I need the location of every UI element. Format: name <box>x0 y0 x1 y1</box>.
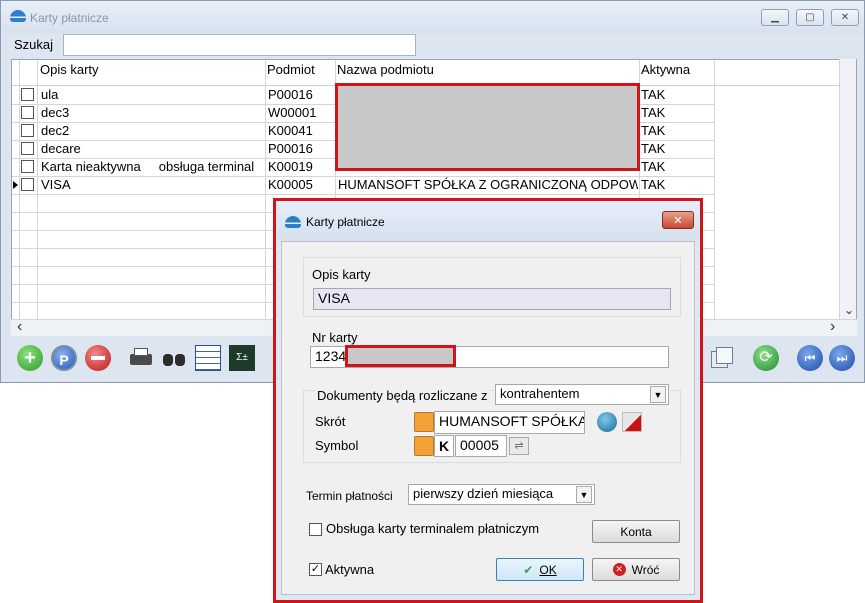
dialog-close-button[interactable]: ✕ <box>662 211 694 229</box>
col-podmiot-header[interactable]: Podmiot <box>265 60 315 86</box>
row-checkbox[interactable] <box>21 142 34 155</box>
row-opis: dec3 <box>41 105 70 120</box>
app-logo-icon <box>10 10 26 22</box>
col-aktywna-header[interactable]: Aktywna <box>639 60 690 86</box>
scroll-down-icon[interactable]: ⌄ <box>844 303 854 317</box>
chevron-down-icon[interactable]: ▼ <box>650 386 666 403</box>
obsluga-label: Obsługa karty terminalem płatniczym <box>326 521 540 536</box>
dokumenty-label: Dokumenty będą rozliczane z <box>315 388 490 403</box>
vertical-scrollbar[interactable]: ⌄ <box>839 59 856 321</box>
row-checkbox[interactable] <box>21 124 34 137</box>
row-nazwa: HUMANSOFT SPÓŁKA Z OGRANICZONĄ ODPOWIEDZ <box>338 177 638 192</box>
link-icon[interactable]: ⇌ <box>509 437 529 455</box>
calendar-grid-icon[interactable] <box>195 345 221 371</box>
search-input[interactable] <box>63 34 416 56</box>
konta-button[interactable]: Konta <box>592 520 680 543</box>
symbol-label: Symbol <box>315 438 359 453</box>
row-opis: VISA <box>41 177 71 192</box>
redacted-names-block <box>335 83 640 171</box>
dokumenty-select[interactable]: kontrahentem <box>495 384 669 405</box>
row-podmiot: P00016 <box>268 87 313 102</box>
card-icon[interactable] <box>622 412 642 432</box>
card-dialog: Karty płatnicze ✕ Opis karty VISA Nr kar… <box>273 198 703 603</box>
maximize-button[interactable]: ▢ <box>796 9 824 26</box>
chevron-down-icon[interactable]: ▼ <box>576 486 592 503</box>
termin-label: Termin płatności <box>306 489 393 503</box>
print-icon[interactable] <box>127 345 153 371</box>
wroc-button[interactable]: ✕ Wróć <box>592 558 680 581</box>
edit-preview-icon[interactable]: P <box>51 345 77 371</box>
row-opis: decare <box>41 141 81 156</box>
col-opis-header[interactable]: Opis karty <box>38 60 99 86</box>
row-opis: ula <box>41 87 59 102</box>
row-aktywna: TAK <box>641 123 666 138</box>
row-aktywna: TAK <box>641 105 666 120</box>
skrot-lookup-icon[interactable] <box>414 412 434 432</box>
delete-icon[interactable] <box>85 345 111 371</box>
skrot-field[interactable]: HUMANSOFT SPÓŁKA <box>434 411 585 434</box>
row-checkbox[interactable] <box>21 88 34 101</box>
row-podmiot: W00001 <box>268 105 317 120</box>
row-checkbox[interactable] <box>21 106 34 119</box>
close-button[interactable]: ✕ <box>831 9 859 26</box>
cancel-icon: ✕ <box>612 563 626 576</box>
binoculars-icon[interactable] <box>161 345 187 371</box>
main-titlebar: Karty płatnicze ▁ ▢ ✕ <box>1 1 864 33</box>
add-icon[interactable]: + <box>17 345 43 371</box>
row-aktywna: TAK <box>641 177 666 192</box>
symbol-lookup-icon[interactable] <box>414 436 434 456</box>
row-podmiot: K00005 <box>268 177 313 192</box>
last-record-icon[interactable]: ⏭ <box>829 345 855 371</box>
calculator-icon[interactable]: Σ± <box>229 345 255 371</box>
dialog-body: Opis karty VISA Nr karty 1234 Dokumenty … <box>281 241 695 595</box>
app-logo-icon <box>285 216 301 228</box>
row-aktywna: TAK <box>641 87 666 102</box>
symbol-type-badge[interactable]: K <box>434 435 454 457</box>
globe-icon[interactable] <box>597 412 617 432</box>
redacted-card-number <box>345 345 456 367</box>
row-checkbox[interactable] <box>21 160 34 173</box>
scroll-right-icon[interactable]: › <box>830 318 835 336</box>
ok-button[interactable]: ✔ OK <box>496 558 584 581</box>
search-label: Szukaj <box>14 37 54 52</box>
scroll-left-icon[interactable]: ‹ <box>17 318 22 336</box>
table-row[interactable]: VISA K00005 HUMANSOFT SPÓŁKA Z OGRANICZO… <box>12 176 714 194</box>
window-title: Karty płatnicze <box>30 11 109 25</box>
dialog-titlebar: Karty płatnicze ✕ <box>276 201 700 241</box>
row-podmiot: K00019 <box>268 159 313 174</box>
refresh-icon[interactable]: ⟳ <box>753 345 779 371</box>
opis-field[interactable]: VISA <box>313 288 671 310</box>
row-podmiot: K00041 <box>268 123 313 138</box>
grid-divider <box>714 60 715 320</box>
row-aktywna: TAK <box>641 159 666 174</box>
copy-icon[interactable] <box>709 345 735 371</box>
dialog-title: Karty płatnicze <box>306 215 385 229</box>
row-podmiot: P00016 <box>268 141 313 156</box>
termin-select[interactable]: pierwszy dzień miesiąca <box>408 484 595 505</box>
first-record-icon[interactable]: ⏮ <box>797 345 823 371</box>
row-opis: Karta nieaktywna obsługa terminal <box>41 159 255 174</box>
nr-karty-label: Nr karty <box>312 330 358 345</box>
check-icon: ✔ <box>523 562 534 577</box>
minimize-button[interactable]: ▁ <box>761 9 789 26</box>
opis-label: Opis karty <box>312 267 371 282</box>
symbol-field[interactable]: 00005 <box>455 435 507 457</box>
row-opis: dec2 <box>41 123 70 138</box>
obsluga-checkbox[interactable] <box>309 523 322 536</box>
row-checkbox[interactable] <box>21 178 34 191</box>
aktywna-label: Aktywna <box>325 562 375 577</box>
row-aktywna: TAK <box>641 141 666 156</box>
skrot-label: Skrót <box>315 414 346 429</box>
aktywna-checkbox[interactable]: ✓ <box>309 563 322 576</box>
